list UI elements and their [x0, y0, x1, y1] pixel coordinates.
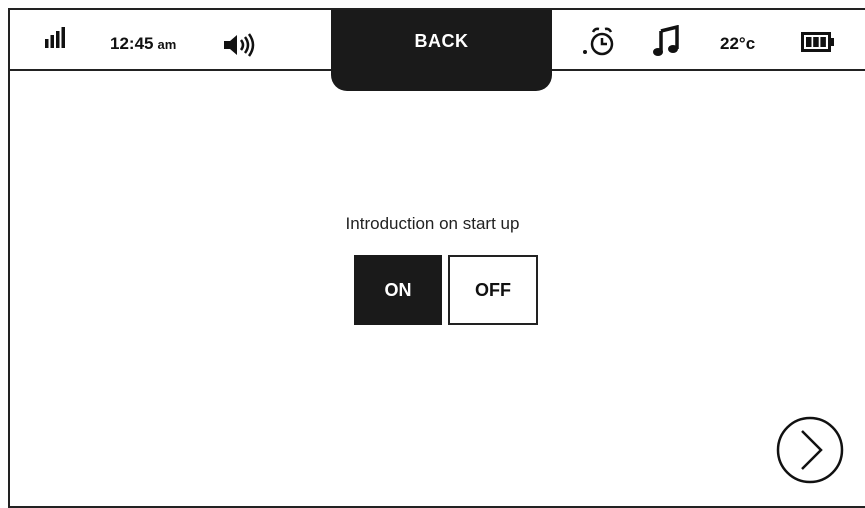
- off-toggle-label: OFF: [475, 279, 511, 300]
- back-button-label: BACK: [414, 31, 469, 51]
- off-toggle-button[interactable]: OFF: [448, 255, 538, 325]
- alarm-icon[interactable]: [582, 26, 616, 58]
- on-toggle-button[interactable]: ON: [354, 255, 442, 325]
- temperature: 22°c: [720, 34, 756, 53]
- on-toggle-label: ON: [384, 279, 412, 300]
- time-ampm: am: [157, 36, 177, 52]
- setting-label: Introduction on start up: [345, 214, 520, 233]
- time-value: 12:45: [110, 34, 154, 53]
- next-button[interactable]: [775, 415, 845, 485]
- music-icon[interactable]: [653, 25, 679, 57]
- speaker-icon[interactable]: [222, 32, 260, 58]
- chevron-right-circle-icon: [776, 416, 844, 484]
- battery-icon: [801, 32, 835, 52]
- back-button[interactable]: BACK: [331, 10, 552, 91]
- signal-icon: [44, 27, 66, 49]
- clock-time: 12:45 am: [110, 34, 176, 54]
